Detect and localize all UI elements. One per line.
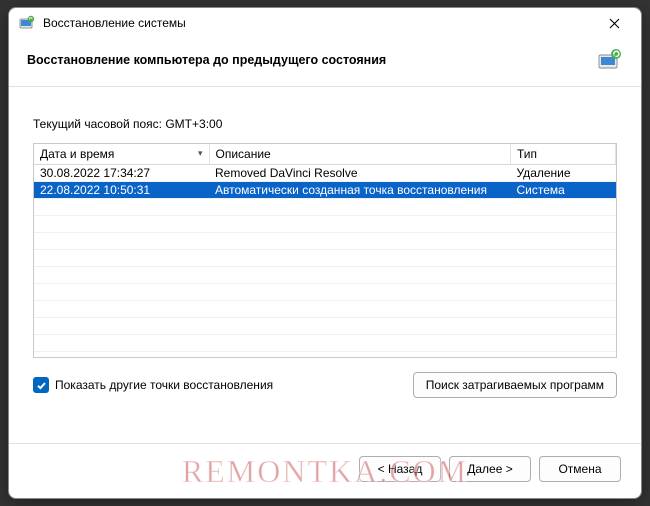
table-cell: 22.08.2022 10:50:31 xyxy=(34,181,209,198)
system-restore-dialog: Восстановление системы Восстановление ко… xyxy=(8,7,642,499)
titlebar: Восстановление системы xyxy=(9,8,641,38)
column-header-description[interactable]: Описание xyxy=(209,144,511,164)
close-button[interactable] xyxy=(593,9,635,37)
table-row-empty xyxy=(34,232,616,249)
show-more-checkbox[interactable]: Показать другие точки восстановления xyxy=(33,377,413,393)
table-row[interactable]: 30.08.2022 17:34:27Removed DaVinci Resol… xyxy=(34,164,616,181)
table-row-empty xyxy=(34,317,616,334)
sort-indicator-icon: ▾ xyxy=(198,148,203,159)
restore-points-table[interactable]: Дата и время▾ Описание Тип 30.08.2022 17… xyxy=(33,143,617,358)
back-button[interactable]: < Назад xyxy=(359,456,441,482)
table-cell: Removed DaVinci Resolve xyxy=(209,164,511,181)
wizard-header: Восстановление компьютера до предыдущего… xyxy=(9,38,641,86)
check-icon xyxy=(36,380,47,391)
below-table-row: Показать другие точки восстановления Пои… xyxy=(33,372,617,398)
titlebar-text: Восстановление системы xyxy=(43,16,593,30)
page-title: Восстановление компьютера до предыдущего… xyxy=(27,53,597,67)
content-area: Текущий часовой пояс: GMT+3:00 Дата и вр… xyxy=(9,87,641,443)
table-cell: 30.08.2022 17:34:27 xyxy=(34,164,209,181)
table-row-empty xyxy=(34,334,616,351)
table-row-empty xyxy=(34,283,616,300)
column-header-date[interactable]: Дата и время▾ xyxy=(34,144,209,164)
table-cell: Автоматически созданная точка восстановл… xyxy=(209,181,511,198)
checkbox-label: Показать другие точки восстановления xyxy=(55,378,273,392)
table-row[interactable]: 22.08.2022 10:50:31Автоматически созданн… xyxy=(34,181,616,198)
table-row-empty xyxy=(34,198,616,215)
table-row-empty xyxy=(34,249,616,266)
restore-icon xyxy=(597,48,623,72)
next-button[interactable]: Далее > xyxy=(449,456,531,482)
timezone-label: Текущий часовой пояс: GMT+3:00 xyxy=(33,117,617,131)
table-row-empty xyxy=(34,266,616,283)
checkbox-box xyxy=(33,377,49,393)
table-row-empty xyxy=(34,215,616,232)
cancel-button[interactable]: Отмена xyxy=(539,456,621,482)
column-header-type[interactable]: Тип xyxy=(511,144,616,164)
table-cell: Система xyxy=(511,181,616,198)
scan-programs-button[interactable]: Поиск затрагиваемых программ xyxy=(413,372,617,398)
table-row-empty xyxy=(34,300,616,317)
table-cell: Удаление xyxy=(511,164,616,181)
app-icon xyxy=(19,15,35,31)
wizard-footer: < Назад Далее > Отмена xyxy=(9,444,641,498)
